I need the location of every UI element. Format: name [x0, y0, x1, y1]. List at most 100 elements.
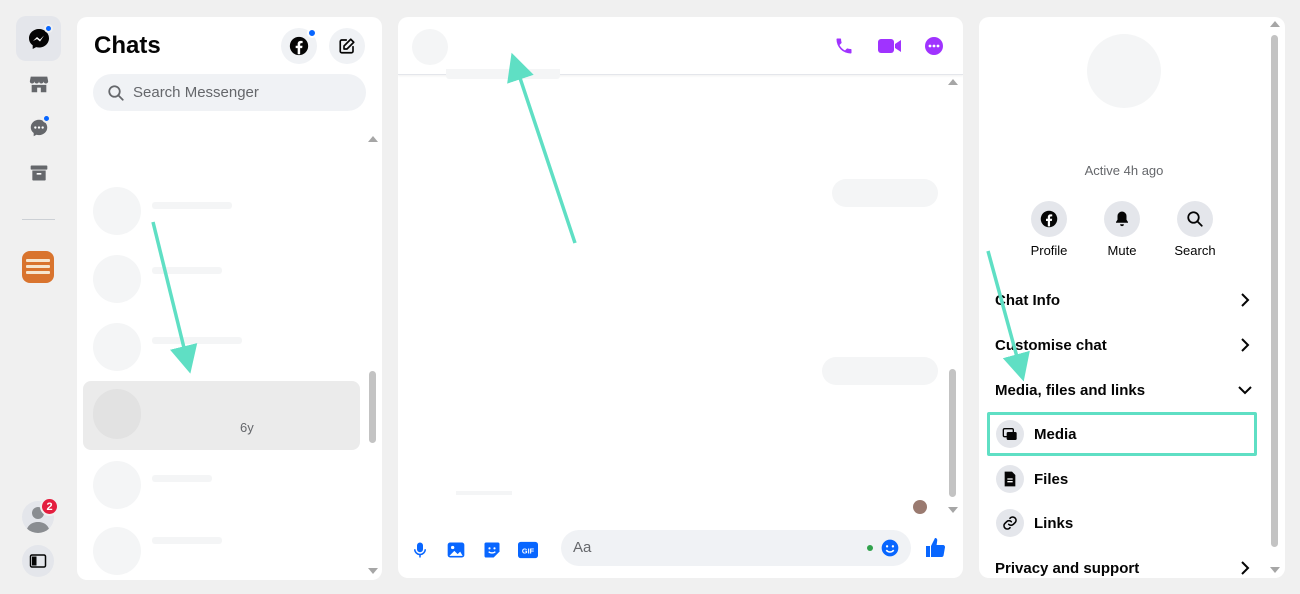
notification-dot [44, 24, 53, 33]
profile-action[interactable]: Profile [1014, 201, 1084, 258]
media-item[interactable]: Media [987, 412, 1257, 456]
chat-info-row[interactable]: Chat Info [995, 282, 1253, 318]
chat-timestamp: 6y [240, 420, 254, 435]
media-icon [1002, 428, 1017, 440]
facebook-button[interactable] [281, 28, 317, 64]
chat-avatar [93, 323, 141, 371]
chat-list-item[interactable] [152, 337, 242, 344]
chevron-right-icon [1241, 338, 1250, 352]
details-scrollbar[interactable] [1270, 19, 1280, 575]
mute-action[interactable]: Mute [1087, 201, 1157, 258]
phone-icon [836, 38, 852, 54]
voice-clip-button[interactable] [408, 538, 432, 562]
contact-avatar [1087, 34, 1161, 108]
contact-avatar[interactable] [412, 29, 448, 65]
chevron-right-icon [1241, 293, 1250, 307]
active-status: Active 4h ago [1084, 163, 1164, 178]
privacy-support-row[interactable]: Privacy and support [995, 550, 1253, 578]
notification-dot [42, 114, 51, 123]
new-message-button[interactable] [329, 28, 365, 64]
scroll-thumb[interactable] [1271, 35, 1278, 547]
links-item[interactable]: Links [987, 501, 1257, 545]
chats-panel: Chats Search Messenger 6y [77, 17, 382, 580]
facebook-icon [289, 36, 309, 56]
search-action[interactable]: Search [1160, 201, 1230, 258]
bell-icon [1116, 211, 1128, 227]
scroll-up-icon [368, 136, 378, 142]
sticker-icon [484, 542, 500, 558]
message-bubble [446, 69, 560, 79]
files-item[interactable]: Files [987, 457, 1257, 501]
search-icon [108, 84, 124, 101]
svg-text:GIF: GIF [522, 547, 535, 556]
sidebar-icon [29, 554, 47, 568]
emoji-icon [881, 539, 899, 557]
search-input[interactable]: Search Messenger [93, 74, 366, 111]
customise-chat-row[interactable]: Customise chat [995, 327, 1253, 363]
file-icon-wrap [996, 465, 1024, 493]
media-label: Media [1034, 425, 1077, 443]
notification-dot [307, 28, 317, 38]
chat-list-item[interactable] [152, 202, 232, 209]
scroll-up-icon [948, 79, 958, 85]
more-icon [925, 37, 943, 55]
more-options-button[interactable] [922, 34, 946, 58]
archive-icon [30, 165, 47, 180]
thumbs-up-icon [926, 538, 946, 558]
message-input-placeholder: Aa [573, 539, 592, 556]
rail-requests-button[interactable] [16, 105, 61, 150]
like-button[interactable] [924, 536, 948, 560]
message-input[interactable]: Aa [561, 530, 911, 566]
conversation-scrollbar[interactable] [948, 77, 958, 517]
chat-details-panel: Active 4h ago Profile Mute Search Chat I… [979, 17, 1285, 578]
video-icon [878, 39, 901, 53]
gif-button[interactable]: GIF [516, 538, 540, 562]
community-avatar[interactable] [22, 251, 54, 283]
toggle-sidebar-button[interactable] [22, 545, 54, 577]
facebook-icon [1040, 210, 1058, 228]
files-label: Files [1034, 470, 1069, 488]
voice-call-button[interactable] [832, 34, 856, 58]
profile-label: Profile [1030, 243, 1068, 258]
search-placeholder: Search Messenger [133, 84, 259, 101]
rail-chats-button[interactable] [16, 16, 61, 61]
profile-button[interactable] [1031, 201, 1067, 237]
link-icon-wrap [996, 509, 1024, 537]
chats-title: Chats [94, 32, 161, 59]
rail-archive-button[interactable] [16, 150, 61, 195]
chat-avatar [93, 527, 141, 575]
rail-marketplace-button[interactable] [16, 61, 61, 106]
read-receipt-avatar [913, 500, 927, 514]
chat-list-item[interactable] [152, 475, 212, 482]
message-bubble [456, 491, 512, 495]
scroll-thumb[interactable] [949, 369, 956, 497]
chat-avatar [93, 461, 141, 509]
file-icon [1004, 471, 1016, 487]
search-in-chat-button[interactable] [1177, 201, 1213, 237]
mute-button[interactable] [1104, 201, 1140, 237]
emoji-button[interactable] [880, 538, 900, 563]
conversation-header [398, 17, 963, 75]
image-icon [447, 542, 465, 558]
media-files-links-label: Media, files and links [995, 381, 1146, 399]
scroll-down-icon [948, 507, 958, 513]
chat-avatar [93, 255, 141, 303]
chat-info-label: Chat Info [995, 291, 1060, 309]
chat-list-item[interactable] [152, 267, 222, 274]
nav-rail: 2 [0, 0, 77, 594]
link-icon [1003, 516, 1017, 530]
video-call-button[interactable] [877, 34, 903, 58]
chats-scrollbar[interactable] [368, 133, 378, 574]
message-bubble [822, 357, 938, 385]
attach-photo-button[interactable] [444, 538, 468, 562]
scroll-thumb[interactable] [369, 371, 376, 443]
scroll-down-icon [368, 568, 378, 574]
sticker-button[interactable] [480, 538, 504, 562]
compose-icon [339, 38, 355, 54]
status-dot [867, 545, 873, 551]
media-files-links-row[interactable]: Media, files and links [995, 372, 1253, 408]
chevron-down-icon [1238, 386, 1252, 395]
links-label: Links [1034, 514, 1074, 532]
chevron-right-icon [1241, 561, 1250, 575]
chat-list-item[interactable] [152, 537, 222, 544]
